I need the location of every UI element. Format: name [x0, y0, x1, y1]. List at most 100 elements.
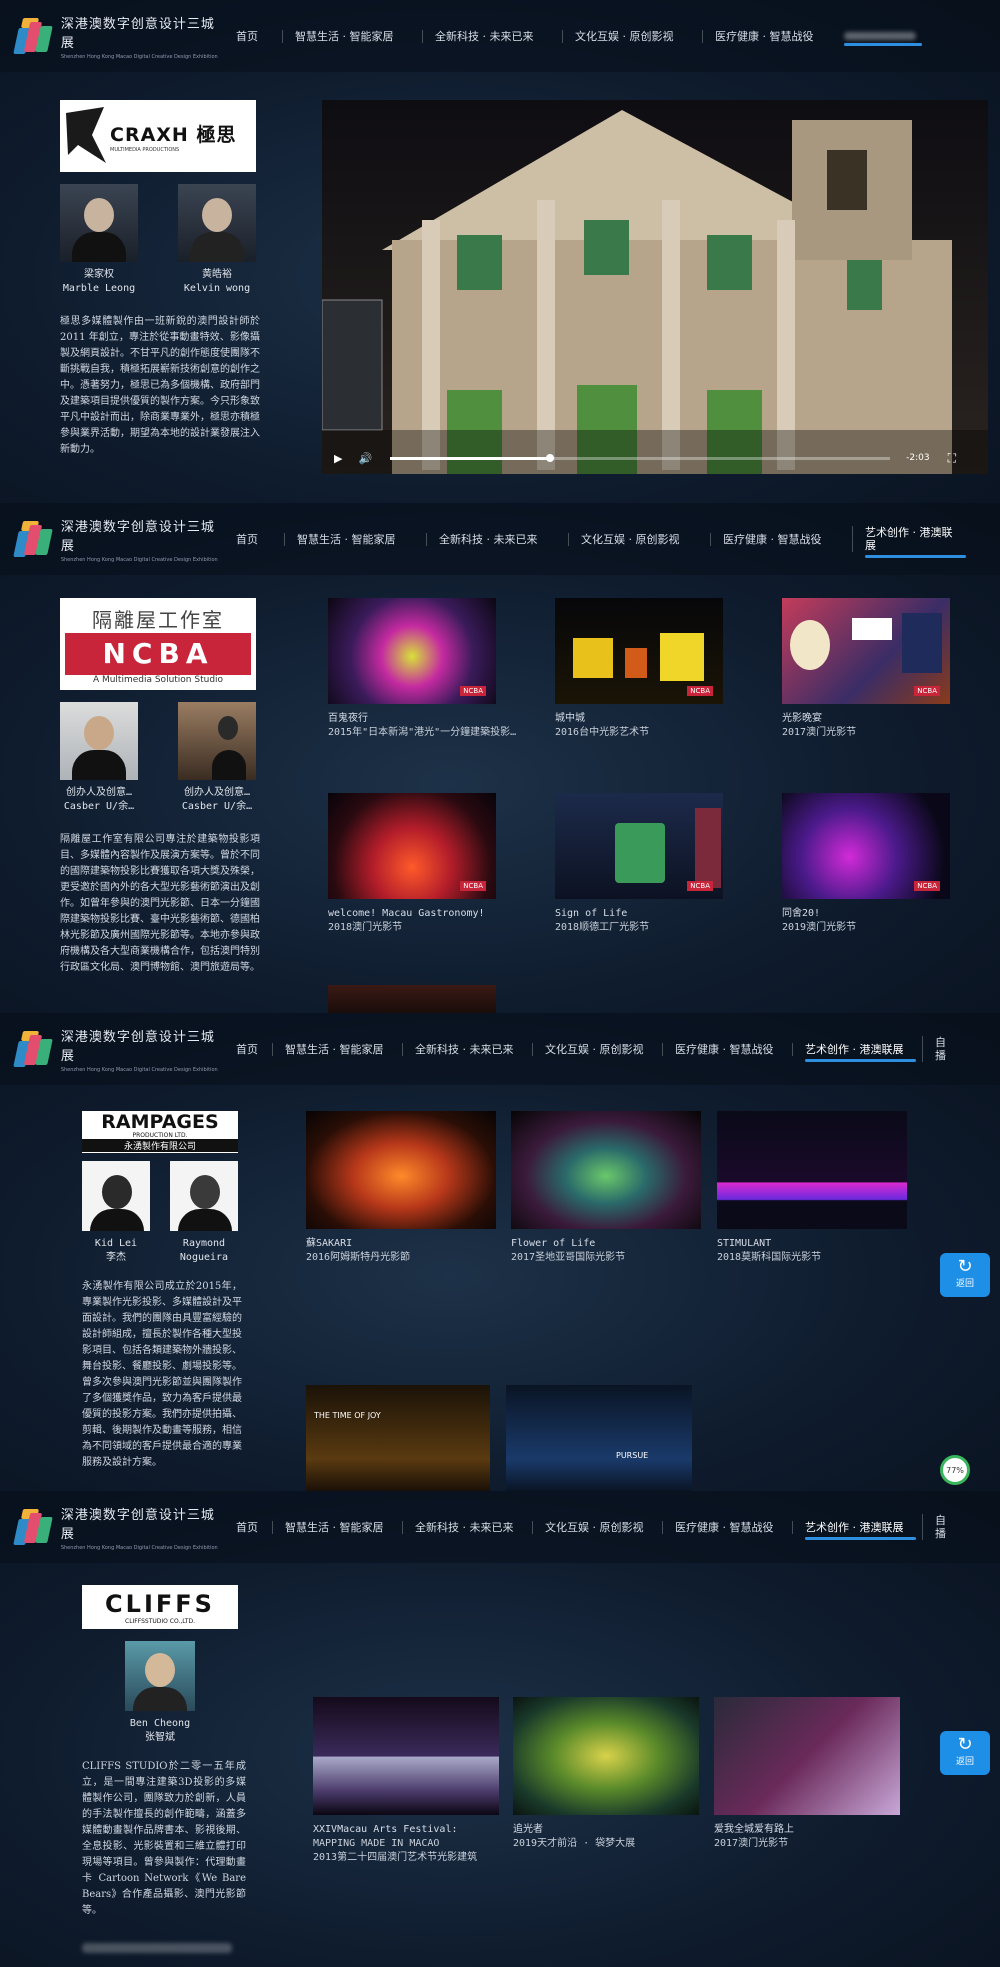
- craxh-logo-sub: MULTIMEDIA PRODUCTIONS: [110, 146, 180, 153]
- nav-new-tech[interactable]: 全新科技 · 未来已来: [422, 29, 562, 43]
- ncba-badge: NCBA: [460, 881, 486, 891]
- studio-sidebar: RAMPAGES PRODUCTION LTD. 永湧製作有限公司 Kid Le…: [82, 1111, 282, 1491]
- work-card[interactable]: Flower of Life 2017圣地亚哥国际光影节: [511, 1111, 701, 1263]
- nav-home[interactable]: 首页: [224, 1043, 272, 1056]
- work-event: 2019天才前沿 · 袋梦大展: [513, 1838, 636, 1849]
- work-card[interactable]: PURSUE: [506, 1385, 692, 1491]
- nav-health[interactable]: 医疗健康 · 智慧战役: [662, 1520, 792, 1534]
- work-title: welcome! Macau Gastronomy!: [328, 908, 485, 919]
- nav-health[interactable]: 医疗健康 · 智慧战役: [702, 29, 832, 43]
- nav-health[interactable]: 医疗健康 · 智慧战役: [662, 1042, 792, 1056]
- person-card[interactable]: 创办人及创意… Casber U/余…: [60, 702, 138, 814]
- work-card[interactable]: NCBA 百鬼夜行 2015年"日本新潟"港光"一分鐘建築投影…: [328, 598, 516, 738]
- work-card[interactable]: 蘇SAKARI 2016阿姆斯特丹光影節: [306, 1111, 496, 1263]
- video-controls: ▶ 🔊 -2:03 ⛶: [322, 442, 988, 474]
- nav-smart-life[interactable]: 智慧生活 · 智能家居: [272, 1520, 402, 1534]
- work-card[interactable]: THE TIME OF JOY: [306, 1385, 490, 1491]
- nav-smart-life[interactable]: 智慧生活 · 智能家居: [272, 1042, 402, 1056]
- ncba-badge: NCBA: [914, 686, 940, 696]
- nav-culture[interactable]: 文化互娱 · 原创影视: [532, 1520, 662, 1534]
- work-event: 2019澳门光影节: [782, 922, 857, 933]
- logo-subtitle: Shenzhen Hong Kong Macao Digital Creativ…: [60, 1066, 218, 1073]
- nav-health[interactable]: 医疗健康 · 智慧战役: [710, 532, 852, 546]
- work-title: 追光者: [513, 1824, 543, 1835]
- person-name-cn: 创办人及创意…: [65, 787, 133, 798]
- nav-new-tech[interactable]: 全新科技 · 未来已来: [402, 1520, 532, 1534]
- person-card[interactable]: Raymond Nogueira: [170, 1161, 238, 1265]
- refresh-icon: ↻: [957, 1256, 973, 1277]
- site-logo[interactable]: 深港澳数字创意设计三城展 Shenzhen Hong Kong Macao Dig…: [13, 516, 224, 563]
- work-card[interactable]: 追光者 2019天才前沿 · 袋梦大展: [513, 1697, 699, 1849]
- work-card[interactable]: NCBA 同舍20! 2019澳门光影节: [782, 793, 950, 933]
- person-card[interactable]: Kid Lei 李杰: [82, 1161, 150, 1265]
- video-player[interactable]: ▶ 🔊 -2:03 ⛶: [322, 100, 988, 474]
- work-card[interactable]: STIMULANT 2018莫斯科国际光影节: [717, 1111, 907, 1263]
- nav-home[interactable]: 首页: [224, 533, 284, 546]
- logo-mark-icon: [13, 519, 53, 559]
- person-name-en: Casber U/余…: [63, 801, 135, 812]
- play-icon[interactable]: ▶: [334, 452, 342, 465]
- work-thumbnail: [714, 1697, 900, 1815]
- section-ncba: 深港澳数字创意设计三城展 Shenzhen Hong Kong Macao Dig…: [0, 503, 1000, 1013]
- nav-culture[interactable]: 文化互娱 · 原创影视: [568, 532, 710, 546]
- nav-live[interactable]: 自播: [922, 1514, 962, 1540]
- cliffs-logo: CLIFFS CLIFFSSTUDIO CO.,LTD.: [82, 1585, 238, 1629]
- person-photo: [125, 1641, 195, 1711]
- work-thumbnail: NCBA: [782, 793, 950, 899]
- nav-smart-life[interactable]: 智慧生活 · 智能家居: [282, 29, 422, 43]
- nav-smart-life[interactable]: 智慧生活 · 智能家居: [284, 532, 426, 546]
- back-button[interactable]: ↻ 返回: [940, 1731, 990, 1775]
- top-nav: 深港澳数字创意设计三城展 Shenzhen Hong Kong Macao Dig…: [0, 1013, 1000, 1085]
- work-thumbnail: [513, 1697, 699, 1815]
- person-card[interactable]: 创办人及创意… Casber U/余…: [178, 702, 256, 814]
- work-title: 爱我全城爱有路上: [714, 1824, 794, 1835]
- person-photo: [178, 184, 256, 262]
- fullscreen-icon[interactable]: ⛶: [948, 451, 956, 466]
- nav-home[interactable]: 首页: [224, 1521, 272, 1534]
- person-card[interactable]: Ben Cheong 张智斌: [82, 1641, 238, 1745]
- work-thumbnail-partial[interactable]: [328, 985, 496, 1013]
- progress-knob[interactable]: [546, 453, 555, 462]
- site-logo[interactable]: 深港澳数字创意设计三城展 Shenzhen Hong Kong Macao Dig…: [13, 1026, 224, 1073]
- person-name-en: Raymond: [182, 1238, 226, 1249]
- person-name-cn: 创办人及创意…: [183, 787, 251, 798]
- work-card[interactable]: 爱我全城爱有路上 2017澳门光影节: [714, 1697, 900, 1849]
- volume-icon[interactable]: 🔊: [358, 452, 372, 465]
- site-logo[interactable]: 深港澳数字创意设计三城展 Shenzhen Hong Kong Macao Dig…: [13, 13, 224, 60]
- work-title: STIMULANT: [717, 1238, 772, 1249]
- work-title: 百鬼夜行: [328, 713, 368, 724]
- person-name-en: Kelvin wong: [183, 283, 251, 294]
- nav-art-collab[interactable]: 艺术创作 · 港澳联展: [792, 1042, 922, 1062]
- nav-culture[interactable]: 文化互娱 · 原创影视: [562, 29, 702, 43]
- person-photo: [178, 702, 256, 780]
- nav-live[interactable]: 自播: [922, 1036, 962, 1062]
- work-card[interactable]: NCBA Sign of Life 2018顺德工厂光影节: [555, 793, 723, 933]
- person-name-cn: Nogueira: [179, 1252, 229, 1263]
- work-event: 2013第二十四届澳门艺术节光影建筑: [313, 1852, 478, 1863]
- nav-home[interactable]: 首页: [224, 30, 282, 43]
- speed-indicator[interactable]: 77%: [940, 1455, 970, 1485]
- work-thumbnail: NCBA: [328, 793, 496, 899]
- studio-description: CLIFFS STUDIO於二零一五年成立，是一間專注建築3D投影的多媒體製作公…: [82, 1761, 246, 1916]
- nav-art-collab[interactable]: 艺术创作 · 港澳联展: [792, 1520, 922, 1540]
- progress-bar[interactable]: [390, 453, 891, 462]
- main-menu: 首页 智慧生活 · 智能家居 全新科技 · 未来已来 文化互娱 · 原创影视 医…: [224, 503, 972, 575]
- person-card[interactable]: 黄皓裕 Kelvin wong: [178, 184, 256, 296]
- site-logo[interactable]: 深港澳数字创意设计三城展 Shenzhen Hong Kong Macao Dig…: [13, 1504, 224, 1551]
- ncba-logo-text: NCBA: [65, 632, 251, 675]
- person-photo: [60, 184, 138, 262]
- nav-art-collab[interactable]: 艺术创作 · 港澳联展: [852, 526, 972, 558]
- nav-culture[interactable]: 文化互娱 · 原创影视: [532, 1042, 662, 1056]
- nav-art-collab-blurred[interactable]: [832, 32, 928, 46]
- work-card[interactable]: NCBA 城中城 2016台中光影艺术节: [555, 598, 723, 738]
- work-card[interactable]: NCBA 光影晚宴 2017澳门光影节: [782, 598, 950, 738]
- nav-new-tech[interactable]: 全新科技 · 未来已来: [402, 1042, 532, 1056]
- logo-subtitle: Shenzhen Hong Kong Macao Digital Creativ…: [60, 556, 218, 563]
- work-card[interactable]: NCBA welcome! Macau Gastronomy! 2018澳门光影…: [328, 793, 496, 933]
- work-card[interactable]: XXIVMacau Arts Festival: MAPPING MADE IN…: [313, 1697, 499, 1863]
- nav-new-tech[interactable]: 全新科技 · 未来已来: [426, 532, 568, 546]
- studio-description: 極思多媒體製作由一班新銳的澳門設計師於 2011 年創立，專注於從事動畫特效、影…: [60, 316, 260, 455]
- person-name-en: Casber U/余…: [181, 801, 253, 812]
- person-card[interactable]: 梁家权 Marble Leong: [60, 184, 138, 296]
- back-button[interactable]: ↻ 返回: [940, 1253, 990, 1297]
